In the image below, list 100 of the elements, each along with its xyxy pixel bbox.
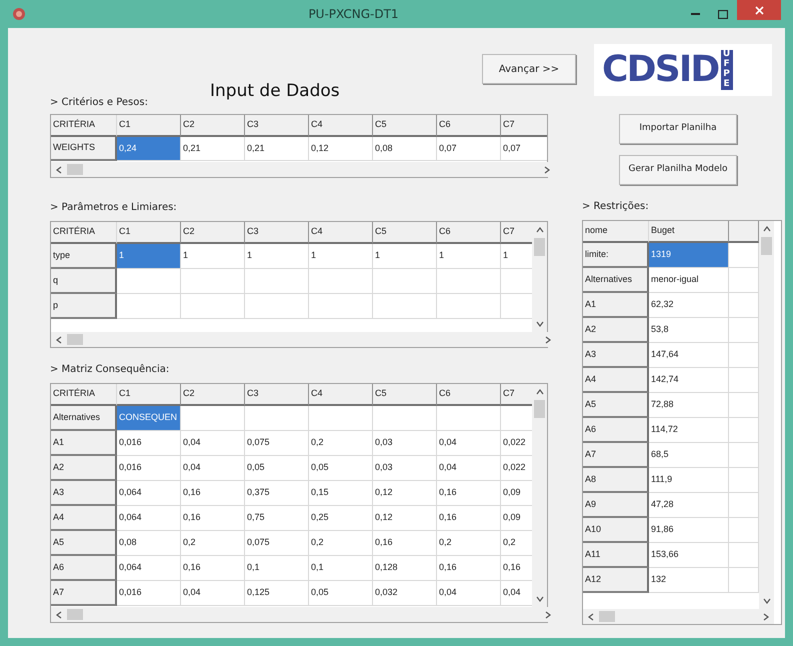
- close-button[interactable]: [737, 0, 781, 20]
- row-header[interactable]: A5: [583, 393, 649, 418]
- chevron-up-icon[interactable]: [536, 226, 544, 234]
- scroll-thumb[interactable]: [599, 611, 615, 622]
- column-header: CRITÉRIA: [51, 115, 117, 137]
- chevron-up-icon[interactable]: [536, 388, 544, 396]
- scroll-thumb[interactable]: [67, 609, 83, 620]
- chevron-down-icon[interactable]: [536, 595, 544, 603]
- table-cell: 1: [373, 244, 437, 269]
- row-header[interactable]: A12: [583, 568, 649, 593]
- chevron-right-icon[interactable]: [544, 610, 552, 618]
- column-header[interactable]: C7: [501, 222, 532, 244]
- row-header[interactable]: limite:: [583, 243, 649, 268]
- column-header[interactable]: C1: [117, 115, 181, 137]
- column-header[interactable]: C7: [501, 115, 547, 137]
- column-header[interactable]: C5: [373, 115, 437, 137]
- table-cell: 0,04: [181, 456, 245, 481]
- column-header[interactable]: C2: [181, 115, 245, 137]
- table-cell: 0,2: [437, 531, 501, 556]
- row-header[interactable]: WEIGHTS: [51, 137, 117, 161]
- row-header[interactable]: A7: [51, 581, 117, 606]
- table-cell: 0,16: [501, 556, 532, 581]
- vertical-scrollbar[interactable]: [759, 221, 774, 609]
- app-icon: [12, 7, 26, 21]
- row-header[interactable]: A7: [583, 443, 649, 468]
- row-header[interactable]: A8: [583, 468, 649, 493]
- row-header[interactable]: Alternatives: [51, 406, 117, 431]
- column-header[interactable]: C6: [437, 384, 501, 406]
- column-header[interactable]: C1: [117, 222, 181, 244]
- table-cell: 0,2: [309, 431, 373, 456]
- row-header[interactable]: p: [51, 294, 117, 319]
- column-header[interactable]: Buget: [649, 221, 729, 243]
- horizontal-scrollbar[interactable]: [583, 609, 774, 624]
- row-header[interactable]: A2: [51, 456, 117, 481]
- row-header[interactable]: A5: [51, 531, 117, 556]
- scroll-thumb[interactable]: [67, 334, 83, 345]
- row-header[interactable]: A10: [583, 518, 649, 543]
- column-header: CRITÉRIA: [51, 384, 117, 406]
- scroll-thumb[interactable]: [534, 238, 546, 256]
- row-header[interactable]: A6: [51, 556, 117, 581]
- chevron-right-icon[interactable]: [762, 612, 770, 620]
- table-cell: 0,09: [501, 506, 532, 531]
- table-cell: 0,16: [181, 506, 245, 531]
- chevron-left-icon[interactable]: [587, 612, 595, 620]
- table-cell: 0,12: [373, 506, 437, 531]
- row-header[interactable]: A1: [51, 431, 117, 456]
- chevron-left-icon[interactable]: [55, 166, 63, 174]
- column-header[interactable]: C5: [373, 222, 437, 244]
- action-button[interactable]: Gerar Planilha Modelo: [619, 155, 737, 185]
- column-header[interactable]: C4: [309, 384, 373, 406]
- column-header: CRITÉRIA: [51, 222, 117, 244]
- chevron-right-icon[interactable]: [543, 166, 551, 174]
- row-header[interactable]: A11: [583, 543, 649, 568]
- vertical-scrollbar[interactable]: [532, 222, 547, 332]
- column-header[interactable]: C2: [181, 384, 245, 406]
- column-header[interactable]: C5: [373, 384, 437, 406]
- column-header[interactable]: C3: [245, 115, 309, 137]
- scroll-thumb[interactable]: [67, 164, 83, 175]
- row-header[interactable]: A4: [51, 506, 117, 531]
- row-header[interactable]: A3: [51, 481, 117, 506]
- column-header[interactable]: C2: [181, 222, 245, 244]
- row-header[interactable]: Alternatives: [583, 268, 649, 293]
- chevron-down-icon[interactable]: [536, 320, 544, 328]
- chevron-left-icon[interactable]: [55, 336, 63, 344]
- column-header[interactable]: C1: [117, 384, 181, 406]
- table-cell: 114,72: [649, 418, 729, 443]
- chevron-down-icon[interactable]: [762, 597, 770, 605]
- column-header[interactable]: C7: [501, 384, 532, 406]
- scroll-thumb[interactable]: [761, 237, 772, 255]
- table-cell: 0,16: [437, 556, 501, 581]
- row-header[interactable]: q: [51, 269, 117, 294]
- row-header[interactable]: type: [51, 244, 117, 269]
- table-cell: 0,07: [437, 137, 501, 161]
- scroll-thumb[interactable]: [534, 400, 546, 418]
- next-button[interactable]: Avançar >>: [482, 54, 576, 84]
- column-header[interactable]: C4: [309, 222, 373, 244]
- table-cell: 0,016: [117, 581, 181, 606]
- vertical-scrollbar[interactable]: [532, 384, 547, 607]
- action-button[interactable]: Importar Planilha: [619, 114, 737, 144]
- table-cell: menor-igual: [649, 268, 729, 293]
- column-header[interactable]: C6: [437, 115, 501, 137]
- table-cell: 0,075: [245, 431, 309, 456]
- table-cell: 1: [501, 244, 532, 269]
- chevron-left-icon[interactable]: [55, 610, 63, 618]
- column-header[interactable]: C6: [437, 222, 501, 244]
- row-header[interactable]: A4: [583, 368, 649, 393]
- table-cell: 0,08: [373, 137, 437, 161]
- row-header[interactable]: A3: [583, 343, 649, 368]
- column-header[interactable]: C3: [245, 222, 309, 244]
- row-header[interactable]: A9: [583, 493, 649, 518]
- table-cell: 0,24: [117, 137, 181, 161]
- row-header[interactable]: A6: [583, 418, 649, 443]
- row-header[interactable]: A2: [583, 318, 649, 343]
- chevron-up-icon[interactable]: [762, 225, 770, 233]
- column-header[interactable]: C4: [309, 115, 373, 137]
- table-cell: 53,8: [649, 318, 729, 343]
- chevron-right-icon[interactable]: [544, 336, 552, 344]
- column-header[interactable]: C3: [245, 384, 309, 406]
- row-header[interactable]: A1: [583, 293, 649, 318]
- table-cell: 1319: [649, 243, 729, 268]
